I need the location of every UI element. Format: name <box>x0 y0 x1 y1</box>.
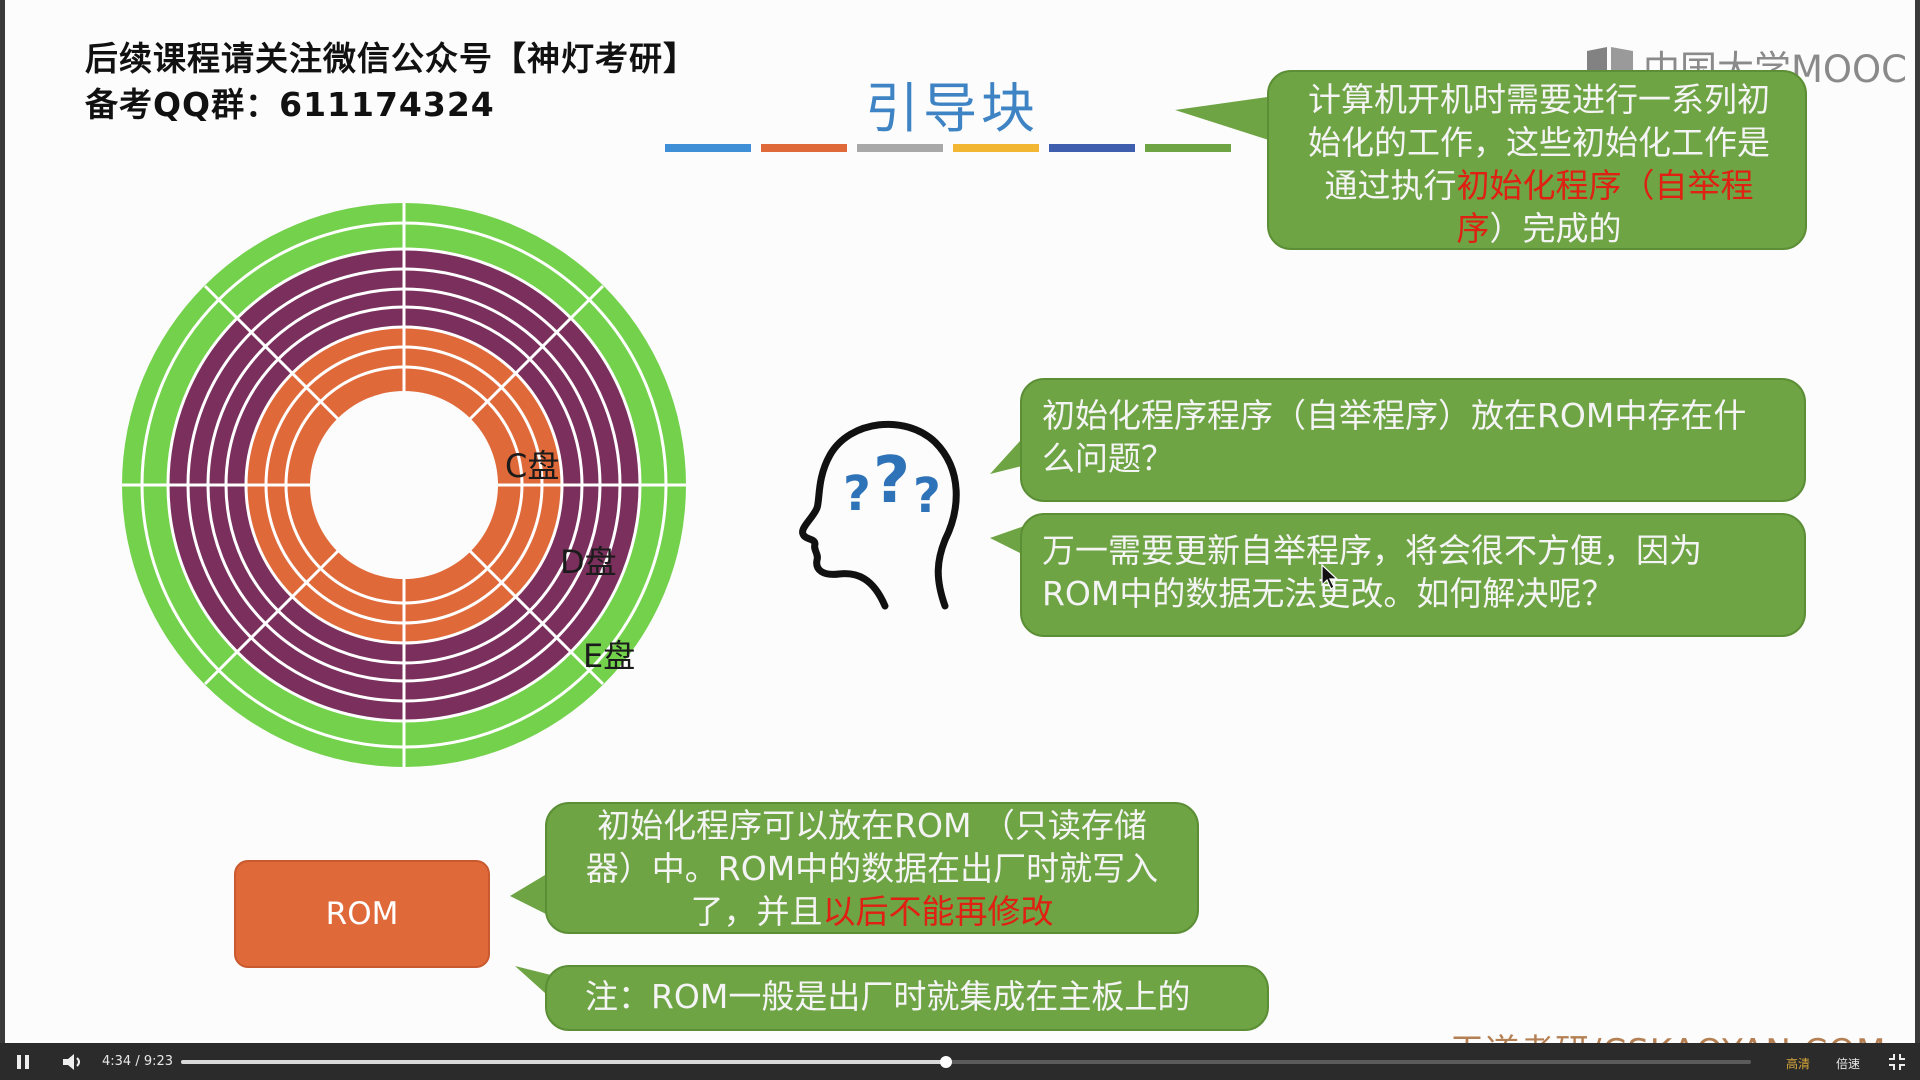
fullscreen-exit-icon[interactable] <box>1888 1053 1906 1071</box>
pause-icon[interactable] <box>16 1054 30 1070</box>
bubble-top-text-b: ）完成的 <box>1489 209 1622 248</box>
svg-text:?: ? <box>913 468 941 524</box>
progress-handle[interactable] <box>939 1056 952 1068</box>
quality-button[interactable]: 高清 <box>1786 1055 1810 1072</box>
head-question-icon: ? ? ? <box>799 420 960 610</box>
disk-diagram <box>122 203 686 767</box>
bubble-top-tail <box>1175 96 1275 142</box>
top-note-line2: 备考QQ群：611174324 <box>85 85 495 124</box>
title-color-bars <box>665 144 1241 152</box>
bubble-answer: 万一需要更新自举程序，将会很不方便，因为ROM中的数据无法更改。如何解决呢？ <box>1020 513 1806 637</box>
volume-icon[interactable] <box>62 1053 84 1071</box>
disk-label-e: E盘 <box>583 637 636 675</box>
title-bar-3 <box>857 144 943 152</box>
bubble-rom-text-red: 以后不能再修改 <box>822 892 1054 931</box>
bubble-bootstrap-intro: 计算机开机时需要进行一系列初始化的工作，这些初始化工作是通过执行初始化程序（自举… <box>1267 70 1807 250</box>
slide: 后续课程请关注微信公众号【神灯考研】 备考QQ群：611174324 中国大学M… <box>5 0 1915 1043</box>
mouse-cursor-icon <box>1321 564 1339 590</box>
title-bar-5 <box>1049 144 1135 152</box>
bubble-question: 初始化程序程序（自举程序）放在ROM中存在什么问题？ <box>1020 378 1806 502</box>
progress-bar[interactable] <box>181 1056 1751 1068</box>
watermark: 王道考研/CSKAOYAN.COM <box>1450 1024 1887 1043</box>
time-display: 4:34 / 9:23 <box>102 1054 173 1069</box>
svg-text:?: ? <box>843 466 871 522</box>
svg-text:?: ? <box>873 444 910 518</box>
title-bar-4 <box>953 144 1039 152</box>
bubble-rom-tail <box>510 872 550 916</box>
rom-box: ROM <box>234 860 490 968</box>
slide-title: 引导块 <box>865 77 1039 140</box>
progress-fill <box>181 1060 946 1064</box>
time-current: 4:34 <box>102 1054 132 1069</box>
window-edge <box>1915 0 1920 1043</box>
top-note-line1: 后续课程请关注微信公众号【神灯考研】 <box>85 39 697 78</box>
top-note: 后续课程请关注微信公众号【神灯考研】 备考QQ群：611174324 <box>85 36 697 128</box>
title-bar-2 <box>761 144 847 152</box>
time-total: 9:23 <box>143 1054 174 1069</box>
disk-label-c: C盘 <box>505 447 560 485</box>
title-bar-1 <box>665 144 751 152</box>
disk-label-d: D盘 <box>560 543 617 581</box>
disk-hole <box>310 391 498 579</box>
bubble-note: 注：ROM一般是出厂时就集成在主板上的 <box>545 965 1269 1031</box>
time-separator: / <box>135 1054 140 1069</box>
speed-button[interactable]: 倍速 <box>1836 1055 1860 1072</box>
bubble-rom-explain: 初始化程序可以放在ROM （只读存储器）中。ROM中的数据在出厂时就写入了，并且… <box>545 802 1199 934</box>
video-player-controls: 4:34 / 9:23 高清 倍速 <box>0 1043 1920 1080</box>
